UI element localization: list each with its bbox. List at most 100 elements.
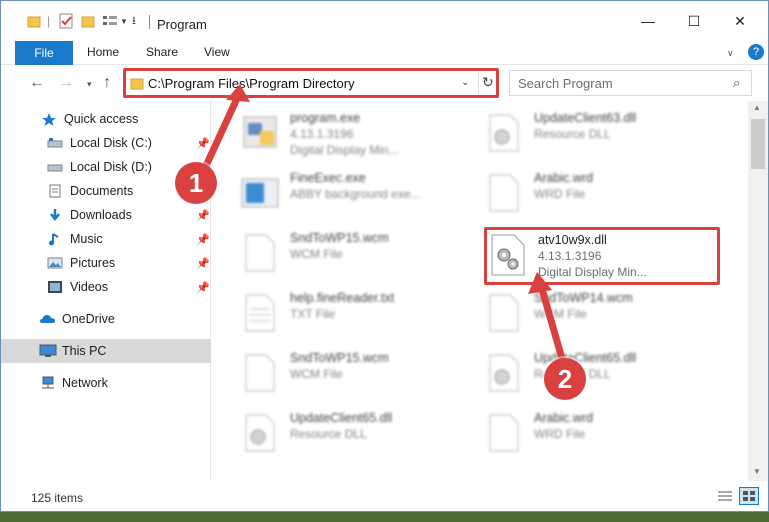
forward-arrow-icon[interactable]: → [58,74,74,92]
sidebar-item-label: Documents [70,184,134,198]
pin-icon: 📌 [196,257,210,270]
sidebar-item-label: Videos [70,280,108,294]
sidebar-item-music[interactable]: Music 📌 [1,227,211,251]
qa-separator: | [47,14,51,28]
exe-file-icon [240,171,280,215]
list-item[interactable]: UpdateClient65.dll Resource DLL [484,345,714,403]
window-title: Program [157,17,207,32]
pin-icon: 📌 [196,281,210,294]
scroll-down-icon[interactable]: ▼ [753,467,761,476]
sidebar-item-local-disk-c[interactable]: Local Disk (C:) 📌 [1,131,211,155]
rename-icon[interactable] [102,11,118,31]
tab-file[interactable]: File [15,41,73,65]
list-item[interactable]: program.exe 4.13.1.3196 Digital Display … [240,105,470,163]
list-item[interactable]: help.fineReader.txt TXT File [240,285,470,343]
file-icon [484,291,524,335]
sidebar-item-videos[interactable]: Videos 📌 [1,275,211,299]
properties-icon[interactable] [58,11,74,31]
sidebar-item-network[interactable]: Network [1,371,211,395]
list-item[interactable]: UpdateClient65.dll Resource DLL [240,405,470,463]
recent-locations-icon[interactable]: ▾ [87,79,92,90]
file-highlight [484,227,720,285]
file-icon [240,351,280,395]
title-bar: | ▼ ⭳ Program — ☐ ✕ [1,1,768,41]
list-item[interactable]: SndToWP15.wcm WCM File [240,225,470,283]
sidebar-item-pictures[interactable]: Pictures 📌 [1,251,211,275]
list-item[interactable]: SndToWP14.wcm WCM File [484,285,714,343]
dll-file-icon [484,351,524,395]
dll-file-icon [240,411,280,455]
vertical-scrollbar[interactable]: ▲ ▼ [748,101,768,481]
computer-icon [39,344,57,358]
pin-icon: 📌 [196,233,210,246]
sidebar-item-label: Music [70,232,103,246]
videos-icon [47,280,63,294]
maximize-button[interactable]: ☐ [671,1,717,41]
search-icon[interactable]: ⌕ [733,75,740,91]
pin-icon: 📌 [196,137,210,150]
sidebar-item-quick-access[interactable]: Quick access [1,107,211,131]
navigation-pane: Quick access Local Disk (C:) 📌 Local Dis… [1,101,211,481]
minimize-button[interactable]: — [625,1,671,41]
details-view-icon[interactable] [717,489,733,506]
new-folder-icon[interactable] [81,11,95,31]
search-input[interactable]: Search Program ⌕ [509,70,752,96]
sidebar-item-label: Quick access [64,112,139,126]
sidebar-item-label: Pictures [70,256,116,270]
drive-icon [47,160,63,174]
close-button[interactable]: ✕ [717,1,763,41]
pin-icon: 📌 [196,209,210,222]
folder-icon [27,11,41,31]
step-2-badge: 2 [544,358,586,400]
drive-icon [47,136,63,150]
tab-view[interactable]: View [204,45,230,59]
sidebar-item-label: Network [62,376,108,390]
network-icon [39,376,55,390]
desktop-background [0,512,769,522]
sidebar-item-label: This PC [62,344,107,358]
music-icon [47,232,63,246]
scrollbar-thumb[interactable] [751,119,765,169]
scroll-up-icon[interactable]: ▲ [753,103,761,112]
customize-toolbar-icon[interactable]: ⭳ [132,11,136,31]
dll-file-icon [484,111,524,155]
chevron-down-icon[interactable]: ▼ [120,11,128,31]
star-icon [41,112,57,126]
expand-ribbon-icon[interactable]: ∨ [727,48,734,59]
step-1-badge: 1 [175,162,217,204]
sidebar-item-this-pc[interactable]: This PC [1,339,211,363]
address-row: ← → ▾ ↑ C:\Program Files\Program Directo… [1,65,768,101]
sidebar-item-label: Local Disk (D:) [70,160,152,174]
status-bar: 125 items [1,481,768,511]
sidebar-item-label: Downloads [70,208,132,222]
onedrive-icon [39,312,55,326]
explorer-window: | ▼ ⭳ Program — ☐ ✕ File Home Share View… [0,0,769,512]
sidebar-item-onedrive[interactable]: OneDrive [1,307,211,331]
ribbon-tabs: File Home Share View ∨ ? [1,41,768,65]
text-file-icon [240,291,280,335]
sidebar-item-downloads[interactable]: Downloads 📌 [1,203,211,227]
list-item[interactable]: UpdateClient63.dll Resource DLL [484,105,714,163]
list-item[interactable]: SndToWP15.wcm WCM File [240,345,470,403]
search-placeholder: Search Program [518,76,613,91]
up-arrow-icon[interactable]: ↑ [103,74,111,92]
list-item[interactable]: Arabic.wrd WRD File [484,165,714,223]
documents-icon [47,184,63,198]
item-count: 125 items [31,491,84,505]
downloads-icon [47,208,63,222]
file-icon [240,231,280,275]
list-item[interactable]: Arabic.wrd WRD File [484,405,714,463]
file-icon [484,411,524,455]
large-icons-view-icon[interactable] [739,487,759,505]
tab-share[interactable]: Share [146,45,178,59]
help-icon[interactable]: ? [748,44,764,60]
list-item[interactable]: FineExec.exe ABBY background exe... [240,165,470,223]
file-list: program.exe 4.13.1.3196 Digital Display … [212,101,748,481]
back-arrow-icon[interactable]: ← [29,74,45,92]
sidebar-item-label: OneDrive [62,312,115,326]
tab-home[interactable]: Home [87,45,119,59]
title-separator [149,15,150,29]
file-icon [484,171,524,215]
address-highlight [123,68,499,98]
exe-file-icon [240,111,280,155]
